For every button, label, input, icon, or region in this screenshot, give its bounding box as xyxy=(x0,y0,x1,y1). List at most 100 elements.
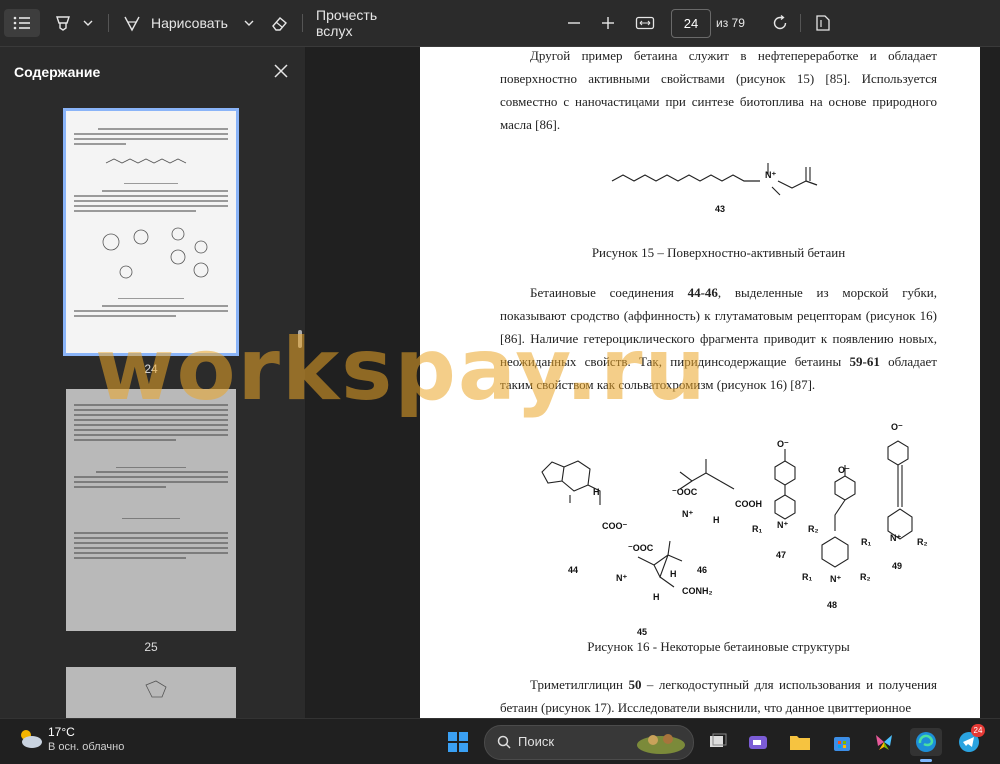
store-icon xyxy=(834,737,850,751)
edge-app[interactable] xyxy=(910,728,942,762)
bold-run: 50 xyxy=(628,677,642,692)
eraser-icon xyxy=(272,17,287,31)
n-plus-label: N⁺ xyxy=(765,170,777,180)
toolbar-divider xyxy=(800,14,801,32)
structure-43 xyxy=(611,163,818,196)
close-contents-button[interactable] xyxy=(271,61,291,81)
fit-width-icon xyxy=(635,16,655,30)
r2-label: R₂ xyxy=(860,572,871,582)
cloud-sun-icon xyxy=(21,730,42,748)
thumb-structure-43 xyxy=(105,158,187,164)
page-number-input[interactable]: 24 xyxy=(671,9,711,38)
taskbar-search[interactable]: Поиск xyxy=(484,725,694,760)
figure-caption: Рисунок 16 - Некоторые бетаиновые структ… xyxy=(587,639,850,654)
minus-icon xyxy=(568,22,580,24)
folder-icon xyxy=(790,736,810,750)
paragraph: Триметилглицин 50 – легкодоступный для и… xyxy=(500,673,937,718)
n-plus-label: N⁺ xyxy=(830,574,842,584)
notification-badge: 24 xyxy=(971,724,985,737)
search-label: Поиск xyxy=(518,734,555,749)
h-label: H xyxy=(670,569,677,579)
active-app-indicator xyxy=(920,759,932,762)
draw-button[interactable]: Нарисовать xyxy=(122,9,234,37)
search-icon xyxy=(497,735,511,749)
list-icon xyxy=(13,16,30,30)
read-aloud-label: Прочесть вслух xyxy=(316,7,378,39)
o-minus-label: O⁻ xyxy=(838,465,850,475)
telegram-app[interactable]: 24 xyxy=(955,724,985,756)
zoom-in-button[interactable] xyxy=(597,9,619,37)
meet-app[interactable] xyxy=(744,728,772,756)
weather-widget[interactable] xyxy=(16,727,44,753)
thumb-structures-16 xyxy=(102,227,209,279)
zoom-out-button[interactable] xyxy=(563,9,585,37)
page-view-icon xyxy=(816,15,830,31)
contents-toggle-button[interactable] xyxy=(4,9,40,37)
r2-label: R₂ xyxy=(808,524,819,534)
rotate-button[interactable] xyxy=(768,9,792,37)
store-app[interactable] xyxy=(828,728,856,756)
n-plus-label: N⁺ xyxy=(777,520,789,530)
plus-icon xyxy=(602,17,614,29)
h-label: H xyxy=(653,592,660,602)
file-explorer-app[interactable] xyxy=(786,728,814,756)
task-view-button[interactable] xyxy=(704,728,732,756)
page-thumbnail-24[interactable] xyxy=(66,111,236,353)
coo-minus-label: COO⁻ xyxy=(602,521,628,531)
thumb-structure xyxy=(145,680,167,698)
h-label: H xyxy=(593,487,600,497)
butterfly-icon xyxy=(876,735,892,750)
highlighter-icon xyxy=(56,16,70,31)
compound-number: 47 xyxy=(776,550,787,560)
draw-dropdown[interactable] xyxy=(241,9,257,37)
r1-label: R₁ xyxy=(802,572,813,582)
page-thumbnail-25[interactable] xyxy=(66,389,236,631)
start-button[interactable] xyxy=(444,728,472,756)
r1-label: R₁ xyxy=(752,524,763,534)
contents-title: Содержание xyxy=(14,64,101,80)
bold-run: 44-46 xyxy=(687,285,718,300)
cooh-label: COOH xyxy=(735,499,762,509)
bold-run: 59-61 xyxy=(849,354,880,369)
pen-icon xyxy=(124,16,140,32)
chevron-down-icon xyxy=(244,20,254,26)
page-view-button[interactable] xyxy=(811,9,835,37)
rotate-icon xyxy=(773,14,787,30)
figure-caption: Рисунок 15 – Поверхностно-активный бетаи… xyxy=(591,245,846,260)
task-view-icon xyxy=(710,733,727,747)
h-label: H xyxy=(713,515,720,525)
thumbnail-page-number: 25 xyxy=(144,640,158,654)
r1-label: R₁ xyxy=(861,537,872,547)
chevron-down-icon xyxy=(83,20,93,26)
edge-icon xyxy=(916,732,936,752)
ooc-minus-label: ⁻OOC xyxy=(628,543,654,553)
erase-button[interactable] xyxy=(266,9,292,37)
read-aloud-button[interactable]: Прочесть вслух xyxy=(316,7,416,39)
compound-number: 45 xyxy=(637,627,648,637)
page-thumbnail-26[interactable] xyxy=(66,667,236,718)
o-minus-label: O⁻ xyxy=(891,422,903,432)
search-highlight-icon xyxy=(637,734,685,754)
n-plus-label: N⁺ xyxy=(616,573,628,583)
highlight-dropdown[interactable] xyxy=(80,9,96,37)
video-call-icon xyxy=(749,736,767,749)
fit-page-button[interactable] xyxy=(633,9,657,37)
watermark: workspay.ru xyxy=(95,320,708,420)
ooc-minus-label: ⁻OOC xyxy=(672,487,698,497)
toolbar-divider xyxy=(302,14,303,32)
r2-label: R₂ xyxy=(917,537,928,547)
paragraph: Другой пример бетаина служит в нефтепере… xyxy=(500,48,937,132)
page-total: из 79 xyxy=(716,16,745,30)
compound-number: 44 xyxy=(568,565,579,575)
photos-app[interactable] xyxy=(870,728,898,756)
toolbar-divider xyxy=(108,14,109,32)
weather-temp: 17°C xyxy=(48,725,75,739)
draw-label: Нарисовать xyxy=(151,15,228,31)
compound-number: 43 xyxy=(715,204,726,214)
highlight-button[interactable] xyxy=(52,9,74,37)
toolbar: Нарисовать Прочесть вслух 24 из 79 xyxy=(0,0,1000,47)
weather-description: В осн. облачно xyxy=(48,741,125,753)
n-plus-label: N⁺ xyxy=(682,509,694,519)
compound-number: 48 xyxy=(827,600,838,610)
compound-number: 49 xyxy=(892,561,903,571)
